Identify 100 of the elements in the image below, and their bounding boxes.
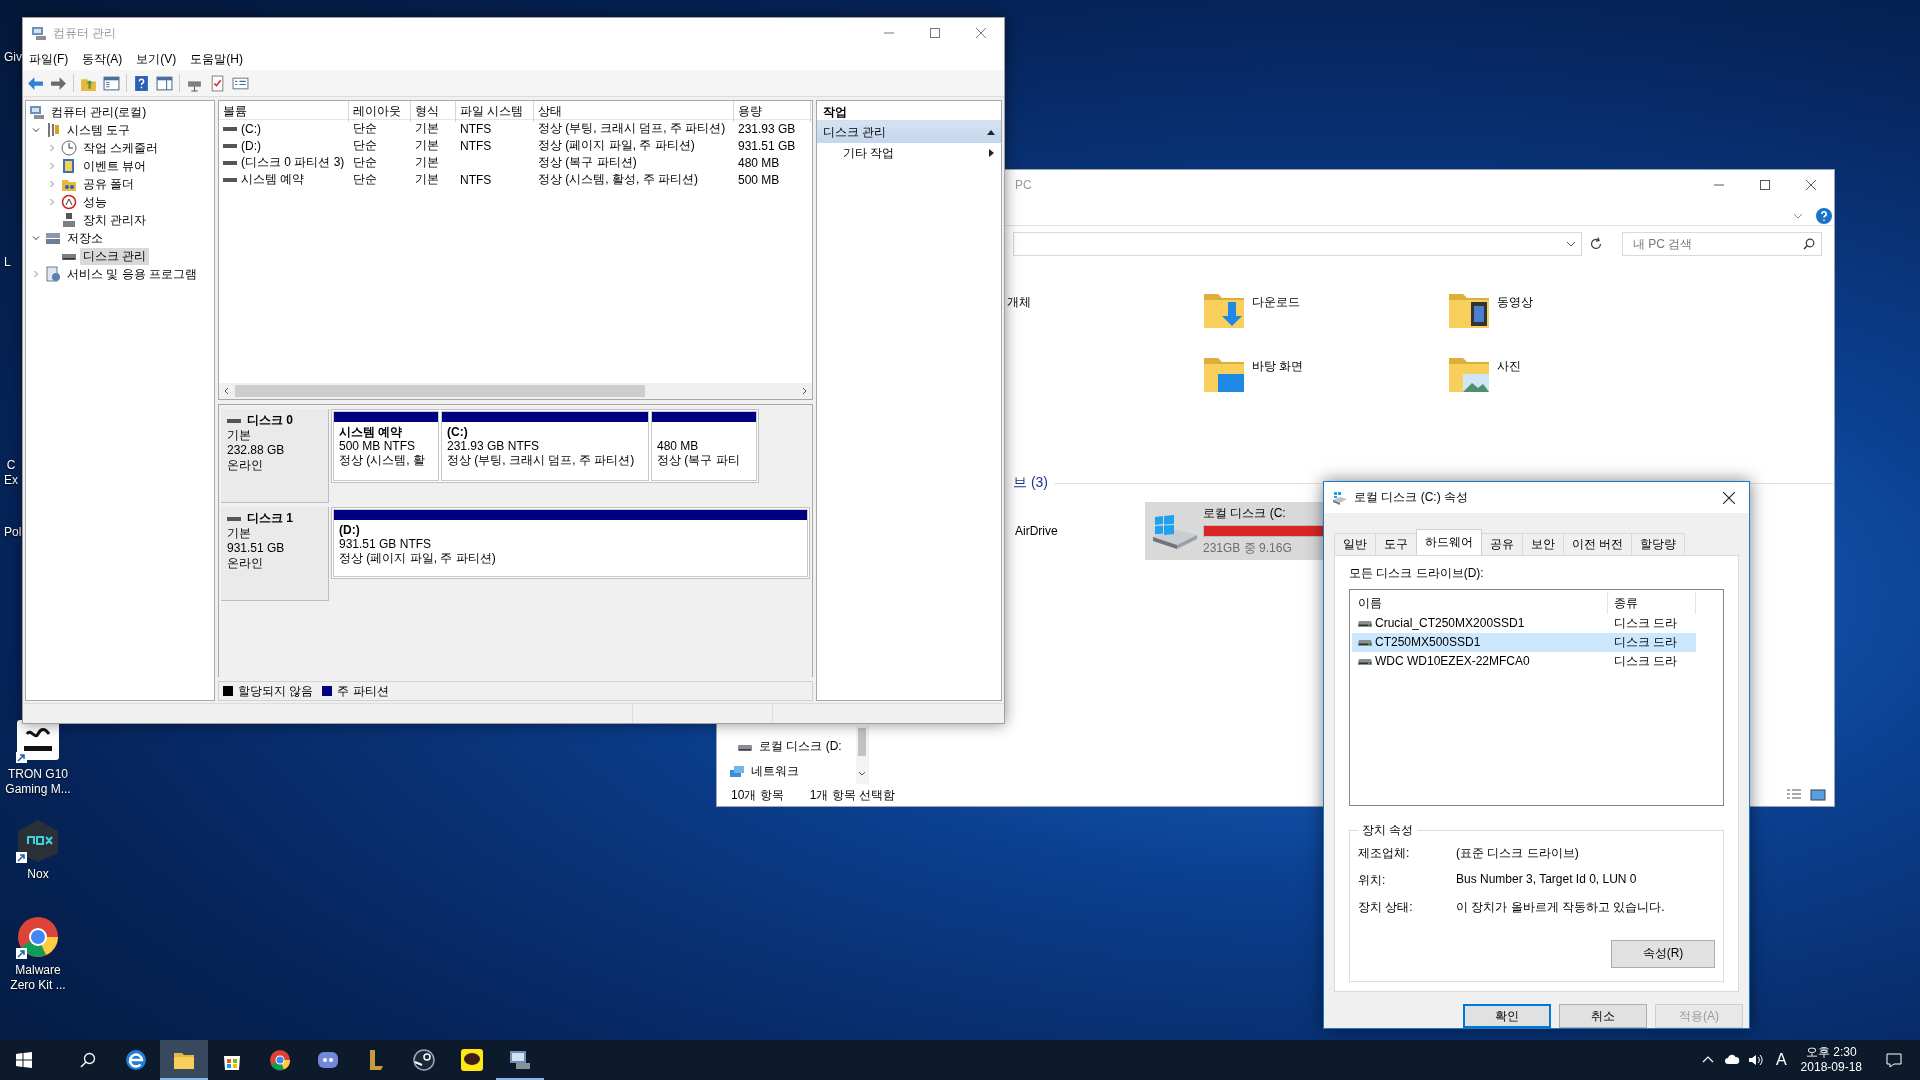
scroll-left-icon[interactable]: [223, 387, 231, 395]
desktop-icon-label[interactable]: C Ex: [4, 458, 18, 488]
search-input[interactable]: 내 PC 검색: [1631, 236, 1803, 252]
ring-logo-icon[interactable]: [268, 1048, 292, 1072]
tree-item[interactable]: 공유 폴더: [80, 175, 138, 193]
speaker-icon[interactable]: [1747, 1052, 1764, 1068]
drive-list[interactable]: 이름 종류 Crucial_CT250MX200SSD1 디스크 드라 CT250MX500SSD1 디스크 드라 WDC WD10EZEX-22MFCA0 디스크 드라: [1349, 588, 1724, 806]
disk-label-panel[interactable]: 디스크 0 기본 232.88 GB 온라인: [221, 409, 329, 503]
tree-item[interactable]: 저장소: [64, 229, 106, 247]
property-label: 위치:: [1358, 871, 1387, 889]
desktop-icon-label[interactable]: L: [4, 255, 11, 270]
search-field[interactable]: 내 PC 검색: [1622, 232, 1822, 256]
notification-icon[interactable]: [1886, 1052, 1902, 1068]
scroll-right-icon[interactable]: [800, 387, 808, 395]
nav-item[interactable]: 로컬 디스크 (D:: [759, 738, 842, 755]
disk-label-panel[interactable]: 디스크 1 기본 931.51 GB 온라인: [221, 507, 329, 601]
search-icon[interactable]: [1803, 238, 1815, 250]
partition-block[interactable]: 시스템 예약 500 MB NTFS 정상 (시스템, 활: [333, 411, 439, 481]
desktop-icon-label[interactable]: Nox: [27, 867, 49, 882]
column-header[interactable]: 용량: [734, 101, 811, 122]
menu-item[interactable]: 도움말(H): [186, 50, 253, 68]
table-cell: 단순: [353, 137, 377, 154]
desktop-icon-label[interactable]: Malware Zero Kit ...: [10, 963, 66, 993]
action-section-header[interactable]: 디스크 관리: [817, 121, 1001, 143]
dialog-button[interactable]: 취소: [1559, 1004, 1647, 1028]
drive-name: AirDrive: [1015, 524, 1058, 538]
scrollbar[interactable]: [856, 726, 868, 784]
network-icon[interactable]: [729, 763, 745, 780]
column-header[interactable]: 파일 시스템: [456, 101, 534, 122]
properties-button[interactable]: 속성(R): [1611, 939, 1715, 968]
folder-name[interactable]: 바탕 화면: [1252, 358, 1304, 375]
action-pane-icon[interactable]: [156, 74, 173, 92]
maximize-icon[interactable]: [1760, 180, 1770, 190]
computer-icon[interactable]: [508, 1048, 532, 1072]
property-value: (표준 디스크 드라이브): [1456, 844, 1579, 862]
input-method-indicator[interactable]: A: [1775, 1051, 1787, 1069]
folder-name[interactable]: 다운로드: [1252, 294, 1300, 311]
column-header[interactable]: 레이아웃: [349, 101, 411, 122]
desktop-icon-label[interactable]: Pol: [4, 525, 22, 540]
table-cell: (디스크 0 파티션 3): [241, 154, 345, 171]
column-header[interactable]: 볼륨: [219, 101, 349, 122]
status-text: 10개 항목: [731, 786, 784, 804]
partition-block[interactable]: (C:) 231.93 GB NTFS 정상 (부팅, 크래시 덤프, 주 파티션): [441, 411, 649, 481]
menu-item[interactable]: 파일(F): [25, 50, 79, 68]
nav-item[interactable]: 네트워크: [751, 763, 799, 780]
windows-logo-icon[interactable]: [16, 1052, 32, 1068]
close-icon[interactable]: [1806, 180, 1816, 190]
ring-logo-icon[interactable]: [15, 914, 61, 960]
list-row[interactable]: WDC WD10EZEX-22MFCA0 디스크 드라: [1352, 651, 1696, 671]
app-logo-icon[interactable]: [15, 718, 61, 764]
tree-item[interactable]: 디스크 관리: [80, 247, 150, 265]
tree-item[interactable]: 작업 스케줄러: [80, 139, 162, 157]
taskbar-button[interactable]: [160, 1040, 208, 1080]
folder-name[interactable]: 동영상: [1497, 294, 1533, 311]
scroll-down-icon[interactable]: [858, 770, 866, 778]
partition-block[interactable]: 480 MB 정상 (복구 파티: [651, 411, 757, 481]
tab[interactable]: 할당량: [1631, 532, 1686, 555]
browser-icon[interactable]: [124, 1048, 148, 1072]
column-header[interactable]: 이름: [1352, 591, 1608, 614]
checklist-icon[interactable]: [209, 74, 226, 92]
desktop-icon-label[interactable]: Giv: [4, 50, 22, 65]
disk-status: 온라인: [227, 458, 264, 473]
partition-block[interactable]: (D:) 931.51 GB NTFS 정상 (페이지 파일, 주 파티션): [333, 509, 808, 577]
table-cell: NTFS: [460, 138, 492, 153]
column-header[interactable]: 상태: [534, 101, 734, 122]
desktop-icon-label[interactable]: TRON G10 Gaming M...: [5, 767, 71, 797]
folder-name[interactable]: 개체: [1007, 294, 1031, 311]
tree-item[interactable]: 컴퓨터 관리(로컬): [48, 103, 150, 121]
submenu-triangle-icon[interactable]: [987, 149, 995, 157]
dialog-button[interactable]: 확인: [1463, 1004, 1551, 1028]
folder-name[interactable]: 사진: [1497, 358, 1521, 375]
help-icon[interactable]: [133, 74, 150, 92]
tree-item[interactable]: 성능: [80, 193, 110, 211]
tiles-view-icon[interactable]: [1810, 787, 1826, 803]
list-row[interactable]: CT250MX500SSD1 디스크 드라: [1352, 632, 1696, 652]
tree-item[interactable]: 시스템 도구: [64, 121, 134, 139]
menu-item[interactable]: 동작(A): [78, 50, 133, 68]
tab[interactable]: 하드웨어: [1416, 528, 1482, 555]
list-row[interactable]: Crucial_CT250MX200SSD1 디스크 드라: [1352, 613, 1696, 633]
tree-item[interactable]: 이벤트 뷰어: [80, 157, 150, 175]
section-header[interactable]: 브 (3): [1013, 474, 1048, 492]
maximize-icon[interactable]: [930, 28, 940, 38]
tab[interactable]: 일반: [1334, 532, 1376, 555]
column-header[interactable]: 종류: [1608, 591, 1696, 614]
drive-tile[interactable]: AirDrive: [1011, 502, 1145, 560]
tree-item[interactable]: 장치 관리자: [80, 211, 150, 229]
hexagon-icon[interactable]: [15, 818, 61, 864]
tree-item[interactable]: 서비스 및 응용 프로그램: [64, 265, 200, 283]
console-tree-icon[interactable]: [103, 74, 120, 92]
scrollbar[interactable]: [219, 383, 812, 399]
action-item[interactable]: 기타 작업: [843, 144, 895, 162]
help-icon[interactable]: [1816, 207, 1832, 224]
close-icon[interactable]: [1723, 491, 1735, 504]
collapse-triangle-icon[interactable]: [987, 128, 995, 136]
menu-item[interactable]: 보기(V): [132, 50, 187, 68]
column-header[interactable]: 형식: [411, 101, 456, 122]
clock[interactable]: 오후 2:30 2018-09-18: [1800, 1045, 1862, 1075]
refresh-icon[interactable]: [1588, 236, 1604, 252]
talk-bubble-icon[interactable]: [460, 1048, 484, 1072]
search-icon[interactable]: [80, 1052, 96, 1068]
